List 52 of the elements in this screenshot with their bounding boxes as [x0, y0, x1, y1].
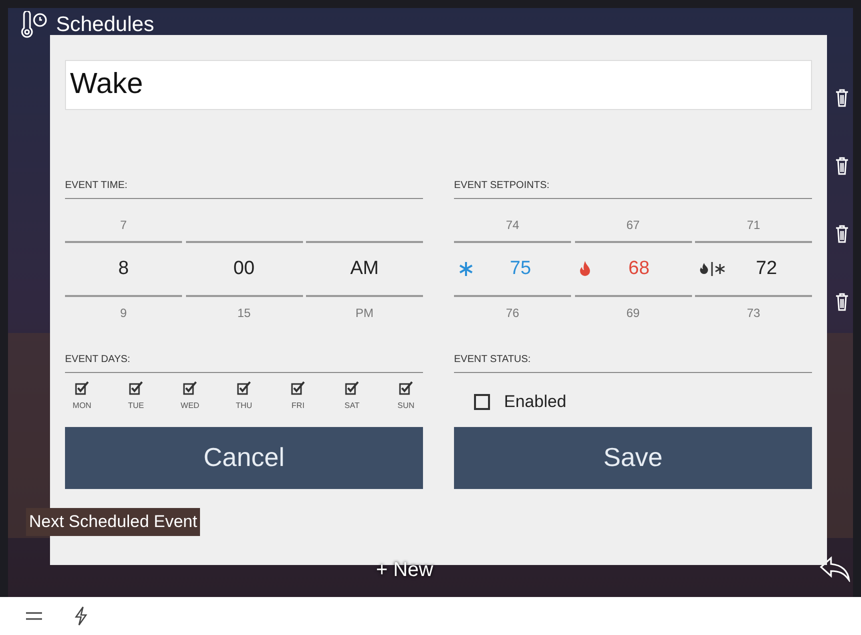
- day-label: FRI: [292, 400, 304, 412]
- checked-checkbox[interactable]: [237, 381, 251, 395]
- adjacent-value: 15: [237, 305, 251, 322]
- back-arrow-icon[interactable]: [819, 556, 851, 582]
- day-label: SUN: [398, 400, 414, 412]
- section-label: EVENT STATUS:: [454, 354, 531, 365]
- menu-icon[interactable]: [26, 612, 42, 620]
- day-label: MON: [72, 400, 92, 412]
- checked-checkbox[interactable]: [129, 381, 143, 395]
- flame-snowflake-icon: [699, 262, 725, 276]
- checked-checkbox[interactable]: [75, 381, 89, 395]
- setpoint-value[interactable]: 68: [590, 254, 688, 284]
- adjacent-value: 9: [120, 305, 127, 322]
- time-value[interactable]: AM: [350, 254, 379, 284]
- adjacent-value: 76: [506, 305, 520, 322]
- day-label: TUE: [128, 400, 144, 412]
- enabled-checkbox[interactable]: [474, 394, 490, 410]
- day-label: SAT: [344, 400, 360, 412]
- trash-icon[interactable]: [835, 292, 849, 312]
- dialog-button[interactable]: Save: [454, 426, 812, 488]
- trash-icon[interactable]: [835, 156, 849, 176]
- day-label: THU: [236, 400, 252, 412]
- new-button[interactable]: + New: [376, 555, 434, 585]
- adjacent-value: 71: [746, 217, 760, 234]
- checked-checkbox[interactable]: [399, 381, 413, 395]
- checked-checkbox[interactable]: [345, 381, 359, 395]
- screen-title: Schedules: [56, 12, 154, 38]
- day-label: WED: [180, 400, 200, 412]
- adjacent-value: 7: [120, 217, 127, 234]
- adjacent-value: PM: [356, 305, 374, 322]
- adjacent-value: 73: [746, 305, 760, 322]
- lightning-icon[interactable]: [74, 606, 88, 626]
- time-value[interactable]: 00: [233, 254, 255, 284]
- next-event-label: Next Scheduled Event: [26, 508, 200, 536]
- trash-icon[interactable]: [835, 224, 849, 244]
- dialog-button[interactable]: Cancel: [65, 426, 423, 488]
- checked-checkbox[interactable]: [291, 381, 305, 395]
- section-label: EVENT SETPOINTS:: [454, 180, 550, 191]
- enabled-label: Enabled: [504, 391, 566, 413]
- thermometer-clock-icon: [20, 10, 50, 39]
- section-label: EVENT TIME:: [65, 180, 128, 191]
- checked-checkbox[interactable]: [183, 381, 197, 395]
- snowflake-icon: [458, 261, 474, 277]
- adjacent-value: 69: [626, 305, 640, 322]
- flame-icon: [578, 261, 590, 277]
- time-value[interactable]: 8: [118, 254, 129, 284]
- adjacent-value: 74: [506, 217, 520, 234]
- section-label: EVENT DAYS:: [65, 354, 130, 365]
- trash-icon[interactable]: [835, 88, 849, 108]
- setpoint-value[interactable]: 72: [725, 254, 808, 284]
- event-name-field[interactable]: Wake: [65, 60, 812, 110]
- adjacent-value: 67: [626, 217, 640, 234]
